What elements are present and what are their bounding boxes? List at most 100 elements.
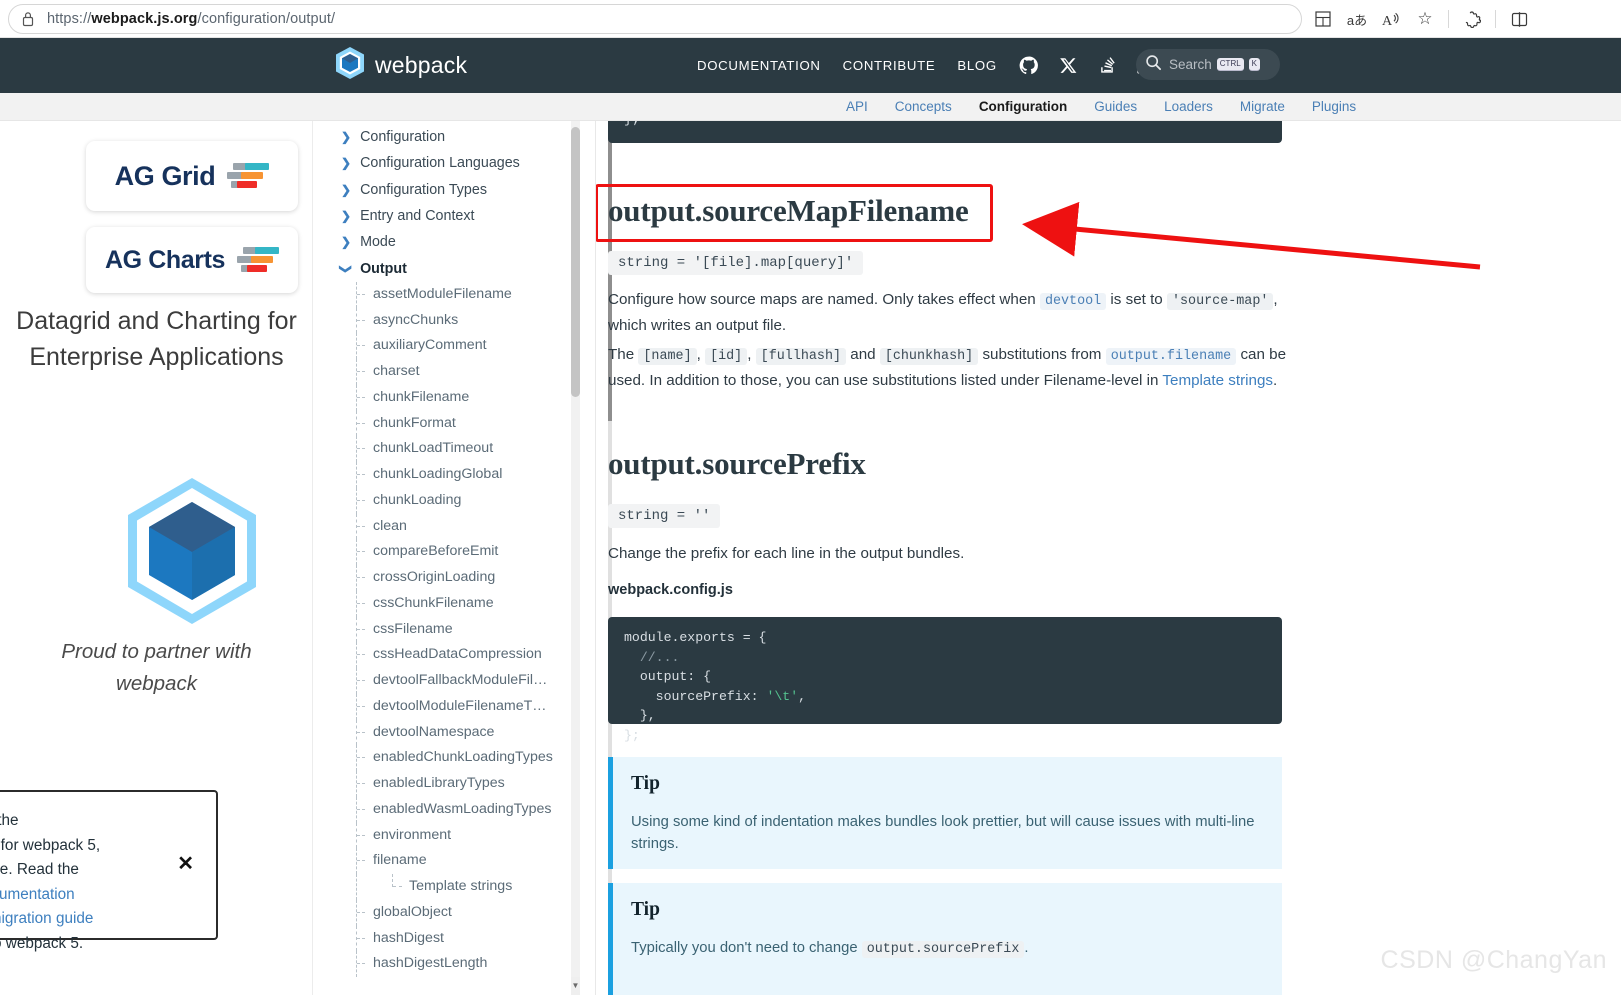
address-bar[interactable]: https://webpack.js.org/configuration/out…: [8, 4, 1302, 34]
subnav-configuration[interactable]: Configuration: [979, 99, 1067, 114]
sidebar-group-configuration-languages[interactable]: Configuration Languages: [313, 150, 579, 176]
subnav-concepts[interactable]: Concepts: [895, 99, 952, 114]
sidebar-item-chunkloadtimeout[interactable]: chunkLoadTimeout: [313, 436, 579, 462]
sidebar-item-label: compareBeforeEmit: [373, 543, 499, 560]
sidebar-item-enabledchunkloadingtypes[interactable]: enabledChunkLoadingTypes: [313, 745, 579, 771]
sidebar-item-chunkloading[interactable]: chunkLoading: [313, 487, 579, 514]
sidebar-item-asyncchunks[interactable]: asyncChunks: [313, 307, 579, 334]
tip-body: Typically you don't need to change outpu…: [631, 937, 1264, 961]
read-aloud-icon[interactable]: A: [1374, 0, 1408, 38]
paragraph-sourceprefix-desc: Change the prefix for each line in the o…: [608, 545, 965, 562]
favorite-icon[interactable]: ☆: [1408, 0, 1442, 38]
sidebar-item-globalobject[interactable]: globalObject: [313, 899, 579, 926]
sidebar-item-chunkfilename[interactable]: chunkFilename: [313, 384, 579, 411]
nav-blog[interactable]: BLOG: [957, 58, 996, 73]
sidebar-group-configuration-types[interactable]: Configuration Types: [313, 177, 579, 203]
subnav-migrate[interactable]: Migrate: [1240, 99, 1285, 114]
chevron-right-icon: [341, 184, 351, 196]
sidebar-output-items: assetModuleFilename asyncChunks auxiliaryC…: [313, 281, 579, 977]
subnav-loaders[interactable]: Loaders: [1164, 99, 1213, 114]
sidebar-item-devtoolnamespace[interactable]: devtoolNamespace: [313, 719, 579, 746]
sidebar-group-label: Configuration: [360, 129, 446, 146]
sidebar-item-cssheaddatacompression[interactable]: cssHeadDataCompression: [313, 642, 579, 668]
code-line-sourceprefix: sourcePrefix: '\t',: [624, 688, 807, 704]
sidebar-item-chunkloadingglobal[interactable]: chunkLoadingGlobal: [313, 462, 579, 488]
sidebar-item-auxiliarycomment[interactable]: auxiliaryComment: [313, 333, 579, 359]
ag-grid-mark-icon: [225, 161, 270, 191]
sidebar-item-chunkformat[interactable]: chunkFormat: [313, 410, 579, 437]
sidebar-item-hashdigest[interactable]: hashDigest: [313, 925, 579, 952]
sidebar-item-devtoolfallbackmodulefil[interactable]: devtoolFallbackModuleFil…: [313, 668, 579, 694]
nav-contribute[interactable]: CONTRIBUTE: [843, 58, 936, 73]
sidebar-item-label: devtoolModuleFilenameT…: [373, 697, 547, 714]
ag-charts-logo-card[interactable]: AG Charts: [86, 227, 298, 293]
x-twitter-icon[interactable]: [1059, 57, 1077, 74]
sidebar-item-assetmodulefilename[interactable]: assetModuleFilename: [313, 281, 579, 308]
split-screen-icon[interactable]: [1502, 0, 1536, 38]
sidebar-item-enabledlibrarytypes[interactable]: enabledLibraryTypes: [313, 771, 579, 797]
sidebar-group-entry-and-context[interactable]: Entry and Context: [313, 203, 579, 229]
sidebar-item-label: auxiliaryComment: [373, 337, 487, 354]
stackoverflow-icon[interactable]: [1099, 56, 1115, 75]
sidebar-group-label: Output: [360, 260, 407, 277]
sidebar-item-label: crossOriginLoading: [373, 569, 496, 586]
subnav-api[interactable]: API: [846, 99, 868, 114]
text-segment: ,: [696, 346, 706, 363]
text-segment: substitutions from: [978, 346, 1106, 363]
link-migration-guide[interactable]: migration guide: [0, 910, 93, 927]
popup-line-6: rading to webpack 5.: [0, 934, 84, 952]
webpack-version-notice-popup[interactable]: reading the entation for webpack 5, st r…: [0, 790, 218, 952]
sidebar-item-template-strings[interactable]: Template strings: [313, 874, 579, 900]
sidebar-item-csschunkfilename[interactable]: cssChunkFilename: [313, 590, 579, 617]
sidebar-item-label: filename: [373, 852, 427, 869]
sidebar-item-cssfilename[interactable]: cssFilename: [313, 616, 579, 643]
sidebar-item-filename[interactable]: filename: [313, 848, 579, 874]
ad-partner-text: Proud to partner with webpack: [61, 640, 252, 695]
sidebar-item-clean[interactable]: clean: [313, 513, 579, 540]
sidebar-item-label: assetModuleFilename: [373, 285, 512, 302]
search-box[interactable]: Search CTRL K: [1136, 49, 1280, 80]
sidebar-group-mode[interactable]: Mode: [313, 229, 579, 255]
extensions-icon[interactable]: [1455, 0, 1489, 38]
nav-documentation[interactable]: DOCUMENTATION: [697, 58, 821, 73]
link-webpack-4-documentation[interactable]: ck 4 documentation: [0, 886, 75, 903]
sidebar-item-label: enabledWasmLoadingTypes: [373, 800, 552, 817]
subnav-plugins[interactable]: Plugins: [1312, 99, 1356, 114]
sidebar-item-label: chunkLoadTimeout: [373, 440, 494, 457]
sidebar-item-label: Template strings: [409, 878, 513, 895]
sidebar-scrollbar[interactable]: ▼: [571, 121, 580, 995]
sidebar-group-output[interactable]: Output: [313, 255, 579, 281]
sidebar-item-environment[interactable]: environment: [313, 822, 579, 849]
divider: [1495, 10, 1496, 28]
sidebar-item-comparebeforeemit[interactable]: compareBeforeEmit: [313, 539, 579, 565]
sidebar-item-label: cssChunkFilename: [373, 594, 494, 611]
brand-name: webpack: [375, 52, 468, 78]
brand-logo[interactable]: webpack: [334, 46, 467, 85]
page-heading-sourcemapfilename: output.sourceMapFilename: [608, 193, 969, 228]
sidebar-item-devtoolmodulefilenamet[interactable]: devtoolModuleFilenameT…: [313, 693, 579, 720]
sidebar-item-charset[interactable]: charset: [313, 359, 579, 385]
inline-code-chunkhash: [chunkhash]: [879, 348, 979, 365]
sidebar-item-enabledwasmloadingtypes[interactable]: enabledWasmLoadingTypes: [313, 796, 579, 823]
link-template-strings[interactable]: Template strings: [1162, 372, 1273, 389]
subnav-guides[interactable]: Guides: [1094, 99, 1137, 114]
sidebar-nav[interactable]: Configuration Configuration Languages Co…: [313, 121, 596, 995]
translate-icon[interactable]: aあ: [1340, 0, 1374, 38]
sidebar-item-crossoriginloading[interactable]: crossOriginLoading: [313, 565, 579, 591]
sidebar-item-label: enabledChunkLoadingTypes: [373, 749, 553, 766]
inline-code-devtool[interactable]: devtool: [1039, 293, 1107, 310]
collections-icon[interactable]: [1306, 0, 1340, 38]
github-icon[interactable]: [1019, 56, 1038, 75]
sidebar-group-label: Mode: [360, 234, 396, 251]
search-input[interactable]: Search: [1169, 57, 1212, 72]
sidebar-item-label: chunkLoadingGlobal: [373, 466, 503, 483]
scroll-down-arrow-icon[interactable]: ▼: [571, 977, 580, 995]
close-icon[interactable]: ✕: [177, 854, 194, 874]
sidebar-scroll-thumb[interactable]: [571, 127, 580, 397]
sidebar-item-hashdigestlength[interactable]: hashDigestLength: [313, 951, 579, 977]
signature-sourceprefix: string = '': [608, 504, 721, 528]
sidebar-item-label: hashDigest: [373, 929, 444, 946]
inline-code-output-filename[interactable]: output.filename: [1105, 348, 1237, 365]
ag-grid-logo-card[interactable]: AG Grid: [86, 141, 298, 211]
sidebar-group-configuration[interactable]: Configuration: [313, 124, 579, 150]
